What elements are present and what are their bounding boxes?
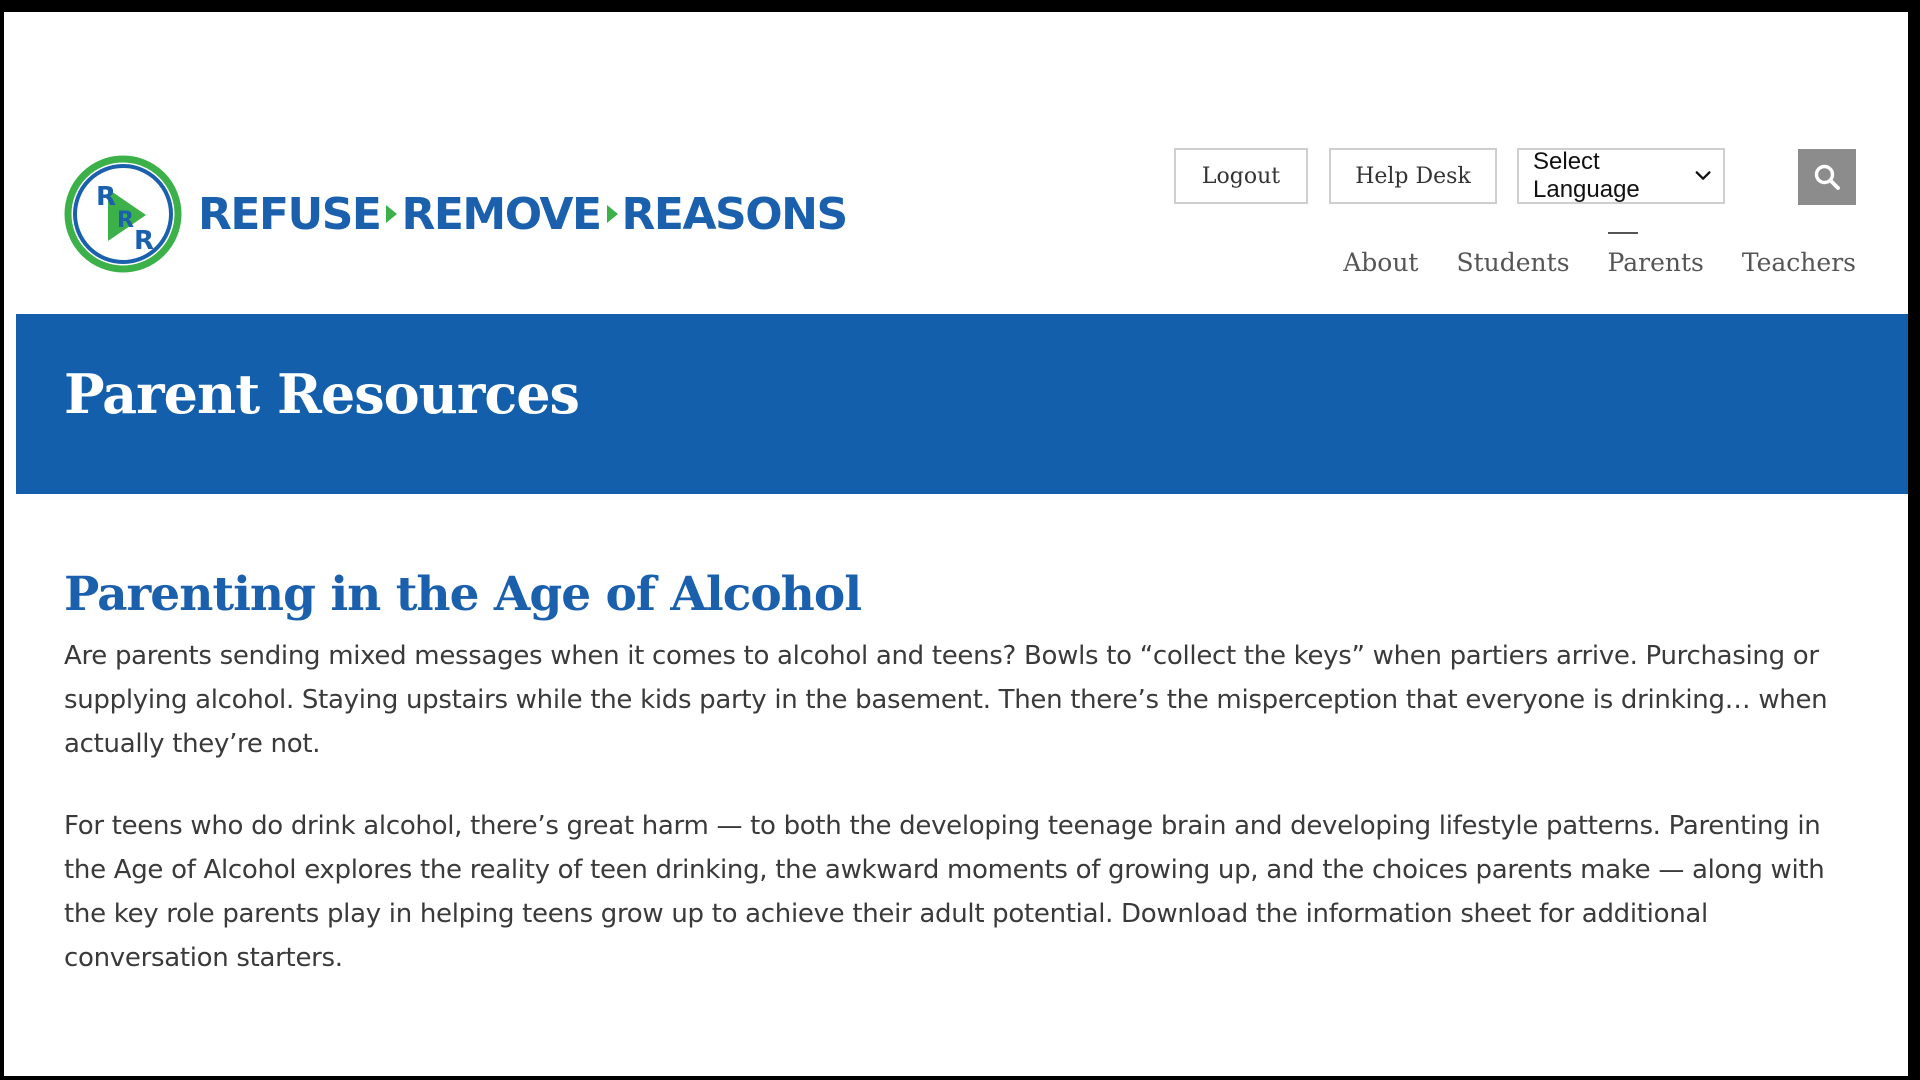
page-banner: Parent Resources	[16, 314, 1908, 494]
logout-button[interactable]: Logout	[1174, 148, 1308, 204]
article-title: Parenting in the Age of Alcohol	[64, 567, 862, 622]
help-desk-button[interactable]: Help Desk	[1329, 148, 1497, 204]
logo-arrow-icon	[386, 205, 398, 223]
page-frame: R R R REFUSE REMOVE REASONS Logout Help …	[4, 12, 1908, 1076]
nav-item-teachers[interactable]: Teachers	[1742, 248, 1856, 277]
main-nav: About Students Parents Teachers	[1343, 232, 1856, 277]
logo-wordmark: REFUSE REMOVE REASONS	[198, 188, 849, 240]
chevron-down-icon	[1695, 171, 1711, 180]
logo-arrow-icon	[606, 205, 618, 223]
logo-word-remove: REMOVE	[401, 188, 602, 240]
article-content: Parenting in the Age of Alcohol Are pare…	[64, 567, 1864, 1018]
svg-text:R: R	[117, 208, 134, 233]
search-icon	[1814, 164, 1840, 190]
logo-word-refuse: REFUSE	[198, 188, 382, 240]
language-select[interactable]: Select Language	[1517, 148, 1725, 204]
site-logo[interactable]: R R R REFUSE REMOVE REASONS	[64, 155, 849, 273]
nav-item-parents[interactable]: Parents	[1607, 232, 1704, 277]
nav-item-about[interactable]: About	[1343, 248, 1418, 277]
nav-item-students[interactable]: Students	[1456, 248, 1569, 277]
language-select-value: Select Language	[1533, 148, 1640, 203]
article-paragraph: Are parents sending mixed messages when …	[64, 641, 1828, 759]
page-title: Parent Resources	[64, 362, 580, 426]
logo-word-reasons: REASONS	[621, 188, 849, 240]
svg-text:R: R	[96, 182, 116, 212]
svg-text:R: R	[134, 226, 154, 256]
article-paragraph: For teens who do drink alcohol, there’s …	[64, 811, 1825, 973]
logo-mark-icon: R R R	[64, 155, 182, 273]
search-button[interactable]	[1798, 149, 1856, 205]
